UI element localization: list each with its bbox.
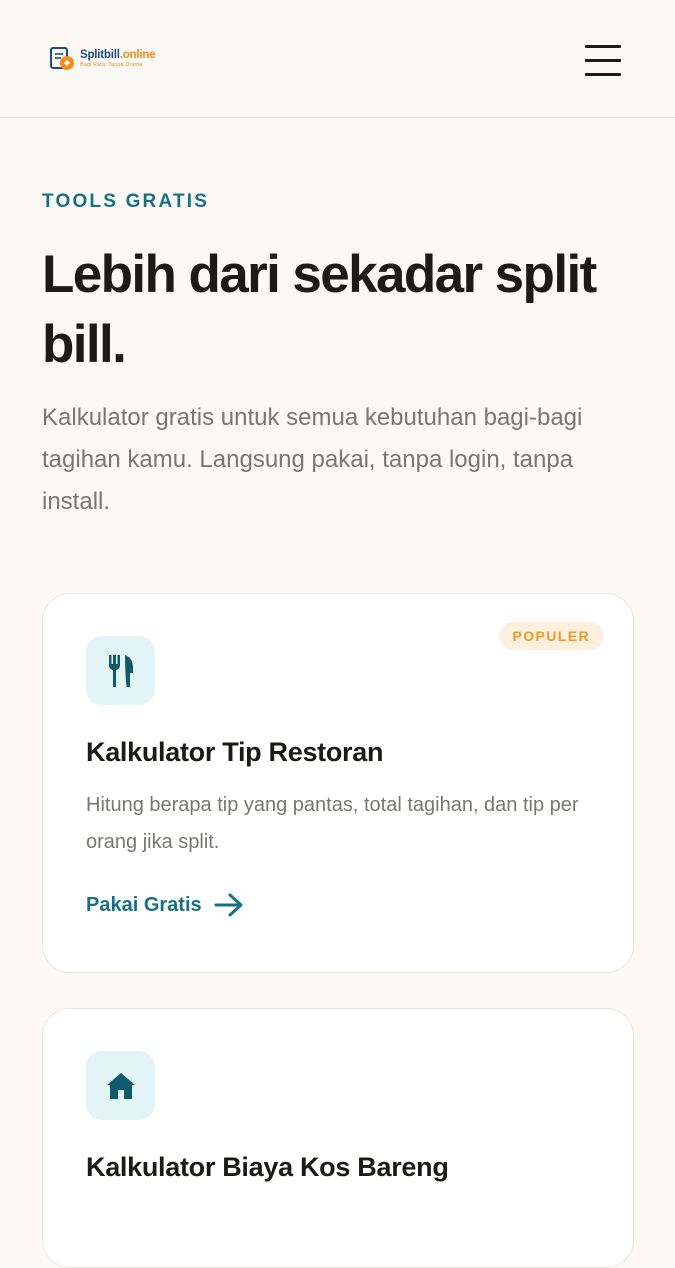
house-icon [106, 1072, 135, 1099]
tool-card-tip-restoran[interactable]: POPULER Kalkulator Tip Restoran Hitung b… [42, 593, 634, 973]
menu-line-icon [585, 44, 621, 48]
logo-name-accent: .online [119, 48, 156, 61]
tool-card-biaya-kos[interactable]: Kalkulator Biaya Kos Bareng [42, 1008, 634, 1268]
logo-tagline: Bagi Rata, Tanpa Drama [80, 62, 143, 68]
tool-icon-box [86, 1051, 155, 1120]
site-header: Splitbill.online Bagi Rata, Tanpa Drama [0, 0, 675, 118]
logo-name-primary: Splitbill [80, 48, 120, 61]
popular-badge: POPULER [498, 622, 604, 650]
use-free-label: Pakai Gratis [86, 893, 202, 916]
tool-card-title: Kalkulator Tip Restoran [86, 737, 384, 767]
fork-knife-icon [108, 654, 133, 687]
page-subtitle: Kalkulator gratis untuk semua kebutuhan … [42, 404, 583, 515]
use-free-link[interactable]: Pakai Gratis [86, 892, 244, 918]
tool-card-description: Hitung berapa tip yang pantas, total tag… [86, 794, 579, 853]
tool-card-title: Kalkulator Biaya Kos Bareng [86, 1152, 449, 1182]
menu-line-icon [585, 58, 621, 62]
section-eyebrow: TOOLS GRATIS [42, 191, 210, 212]
tool-icon-box [86, 636, 155, 705]
hamburger-menu-button[interactable] [580, 38, 626, 82]
menu-line-icon [585, 72, 621, 76]
arrow-right-icon [214, 893, 243, 917]
receipt-logo-icon [50, 47, 74, 70]
page-title: Lebih dari sekadar split bill. [42, 245, 597, 374]
site-logo[interactable]: Splitbill.online Bagi Rata, Tanpa Drama [48, 44, 156, 74]
